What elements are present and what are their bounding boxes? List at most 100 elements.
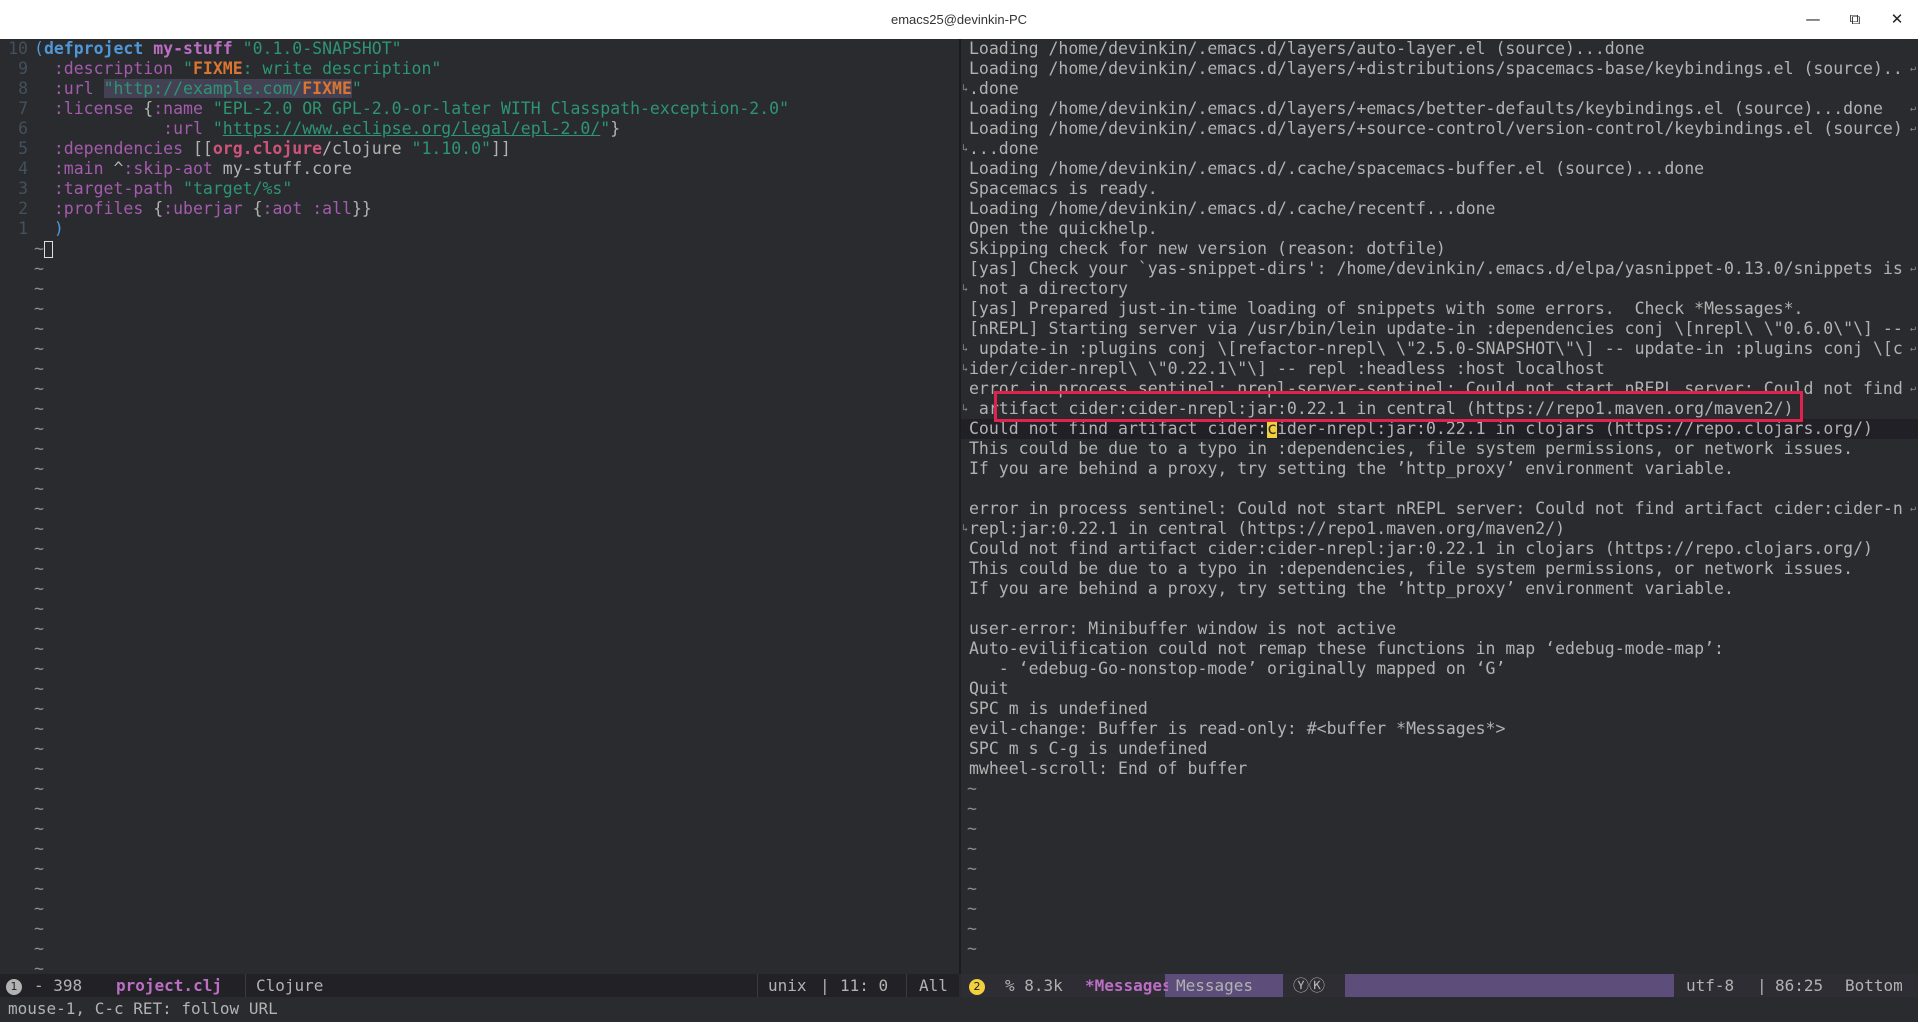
major-mode[interactable]: Clojure [245,974,323,997]
message-line[interactable]: Loading /home/devinkin/.emacs.d/layers/a… [961,39,1918,59]
buffer-name[interactable]: project.clj [116,974,222,997]
code-line[interactable]: 6 :url "https://www.eclipse.org/legal/ep… [0,119,959,139]
editor-pane-project-clj[interactable]: 10 (defproject my-stuff "0.1.0-SNAPSHOT" 9… [0,39,959,974]
message-line[interactable]: If you are behind a proxy, try setting t… [961,459,1918,479]
message-line[interactable]: [yas] Prepared just-in-time loading of s… [961,299,1918,319]
message-line[interactable]: Loading /home/devinkin/.emacs.d/.cache/r… [961,199,1918,219]
message-line[interactable]: Auto-evilification could not remap these… [961,639,1918,659]
code-line[interactable]: 8 :url "http://example.com/FIXME" [0,79,959,99]
line-number: 3 [18,179,28,198]
empty-line-marker: ~ [34,399,44,418]
link-text[interactable]: FIXME [302,79,352,98]
message-line[interactable]: If you are behind a proxy, try setting t… [961,579,1918,599]
message-line[interactable]: SPC m is undefined [961,699,1918,719]
message-line[interactable]: Loading /home/devinkin/.emacs.d/layers/+… [961,99,1918,119]
message-line[interactable]: Skipping check for new version (reason: … [961,239,1918,259]
empty-line-marker: ~ [34,819,44,838]
message-line[interactable]: Quit [961,679,1918,699]
eol-indicator[interactable]: unix [757,974,807,997]
modeline-left[interactable]: 1 - 398 project.clj Clojure unix | 11: 0… [0,974,959,997]
message-line[interactable]: Could not find artifact cider:cider-nrep… [961,539,1918,559]
message-line[interactable] [961,479,1918,499]
wrap-fringe-icon: ↵ [1910,103,1917,114]
empty-line-marker: ~ [34,879,44,898]
message-line[interactable]: - ‘edebug-Go-nonstop-mode’ originally ma… [961,659,1918,679]
maximize-icon[interactable]: ⧉ [1844,8,1866,30]
empty-line-marker: ~ [34,439,44,458]
modeline-right[interactable]: 2 % 8.3k *Messages* Messages ⓎⓀ utf-8 | … [961,974,1918,997]
code-token: }} [351,199,372,218]
encoding[interactable]: utf-8 [1686,974,1734,997]
message-line[interactable]: ↳ update-in :plugins conj \[refactor-nre… [961,339,1918,359]
code-line[interactable]: 7 :license {:name "EPL-2.0 OR GPL-2.0-or… [0,99,959,119]
message-line[interactable]: This could be due to a typo in :dependen… [961,439,1918,459]
scroll-position: Bottom [1845,976,1903,995]
empty-line-marker: ~ [34,419,44,438]
link-text[interactable]: "http://example.com/ [103,79,303,98]
code-token: ^ [103,159,124,178]
code-line[interactable]: 9 :description "FIXME: write description… [0,59,959,79]
minibuffer-echo-area[interactable]: mouse-1, C-c RET: follow URL [0,998,1918,1022]
link-text[interactable]: https://www.eclipse.org/legal/epl-2.0/ [223,119,601,138]
code-token: :url [163,119,203,138]
message-line[interactable]: This could be due to a typo in :dependen… [961,559,1918,579]
message-line[interactable]: Loading /home/devinkin/.emacs.d/layers/+… [961,119,1918,139]
code-token: :license [53,99,134,118]
code-token: ( [34,39,44,58]
message-line[interactable]: SPC m s C-g is undefined [961,739,1918,759]
message-line[interactable]: Loading /home/devinkin/.emacs.d/.cache/s… [961,159,1918,179]
window-number-badge: 1 [6,978,22,995]
empty-line-marker: ~ [34,599,44,618]
empty-line-marker: ~ [34,459,44,478]
minor-modes[interactable]: ⓎⓀ [1283,974,1345,997]
messages-pane[interactable]: Loading /home/devinkin/.emacs.d/layers/a… [961,39,1918,974]
message-line[interactable]: mwheel-scroll: End of buffer [961,759,1918,779]
code-line[interactable]: 2 :profiles {:uberjar {:aot :all}} [0,199,959,219]
empty-line-marker: ~ [34,379,44,398]
code-line[interactable]: 1 ) [0,219,959,239]
message-line[interactable]: Loading /home/devinkin/.emacs.d/layers/+… [961,59,1918,79]
message-line[interactable]: Spacemacs is ready. [961,179,1918,199]
close-icon[interactable]: ✕ [1886,8,1908,30]
message-line[interactable]: ↳ repl:jar:0.22.1 in central (https://rep… [961,519,1918,539]
message-line[interactable]: Open the quickhelp. [961,219,1918,239]
continuation-fringe-icon: ↳ [962,343,969,354]
message-line[interactable]: user-error: Minibuffer window is not act… [961,619,1918,639]
message-line[interactable]: evil-change: Buffer is read-only: #<buff… [961,719,1918,739]
empty-line-marker: ~ [34,679,44,698]
message-line[interactable]: error in process sentinel: Could not sta… [961,499,1918,519]
continuation-fringe-icon: ↳ [962,363,969,374]
continuation-fringe-icon: ↳ [962,523,969,534]
code-token: "1.10.0" [411,139,491,158]
message-line[interactable]: [nREPL] Starting server via /usr/bin/lei… [961,319,1918,339]
buffer-status: - 398 [34,976,83,995]
empty-line-marker: ~ [34,759,44,778]
message-line[interactable]: ↳ not a directory [961,279,1918,299]
message-line[interactable]: ↳ .done [961,79,1918,99]
empty-line-marker: ~ [967,919,977,938]
code-line[interactable]: 4 :main ^:skip-aot my-stuff.core [0,159,959,179]
code-line[interactable]: 5 :dependencies [[org.clojure/clojure "1… [0,139,959,159]
message-line[interactable] [961,599,1918,619]
code-token: "EPL-2.0 OR GPL-2.0-or-later WITH Classp… [212,99,790,118]
message-line[interactable]: Could not find artifact cider:cider-nrep… [961,419,1918,439]
code-token: { [242,199,263,218]
code-line[interactable]: 3 :target-path "target/%s" [0,179,959,199]
empty-line-marker: ~ [967,819,977,838]
message-line[interactable]: [yas] Check your `yas-snippet-dirs': /ho… [961,259,1918,279]
code-token: ) [53,219,64,238]
minimize-icon[interactable]: — [1802,8,1824,30]
major-mode[interactable]: Messages [1168,974,1291,997]
message-line[interactable]: ↳ ider/cider-nrepl\ \"0.22.1\"\] -- repl … [961,359,1918,379]
buffer-name[interactable]: *Messages* [1085,974,1181,997]
message-line[interactable]: ↳ ...done [961,139,1918,159]
code-line[interactable]: 10 (defproject my-stuff "0.1.0-SNAPSHOT" [0,39,959,59]
code-token: :target-path [53,179,174,198]
